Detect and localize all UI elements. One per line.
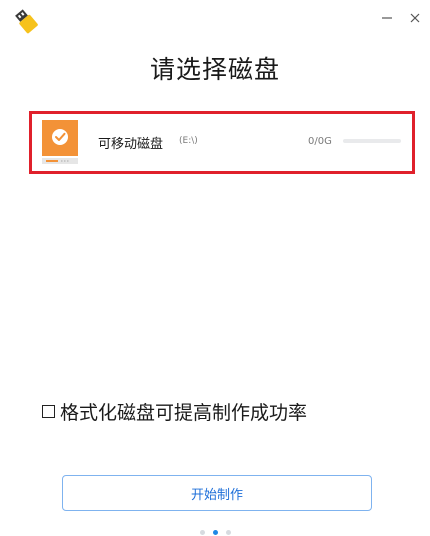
- close-icon: [410, 13, 420, 23]
- disk-name: 可移动磁盘: [98, 137, 164, 152]
- check-icon: [52, 129, 68, 145]
- page-dot[interactable]: [199, 530, 205, 535]
- format-option-label: 格式化磁盘可提高制作成功率: [60, 401, 308, 424]
- minimize-icon: [382, 17, 392, 19]
- removable-disk-icon: [42, 120, 78, 168]
- minimize-button[interactable]: [378, 9, 396, 27]
- start-button[interactable]: 开始制作: [62, 475, 372, 511]
- page-title: 请选择磁盘: [149, 55, 280, 84]
- disk-usage-bar: [343, 139, 401, 143]
- disk-item[interactable]: 可移动磁盘 (E:\) 0/0G: [32, 114, 412, 171]
- disk-capacity: 0/0G: [308, 136, 332, 147]
- close-button[interactable]: [406, 9, 424, 27]
- format-disk-option[interactable]: 格式化磁盘可提高制作成功率: [42, 398, 307, 424]
- format-checkbox[interactable]: [42, 404, 55, 418]
- disk-drive-letter: (E:\): [179, 136, 198, 146]
- disk-list: 可移动磁盘 (E:\) 0/0G: [29, 111, 415, 174]
- usb-flash-drive-icon: [13, 8, 39, 34]
- page-indicator: [0, 530, 430, 535]
- page-dot[interactable]: [212, 530, 218, 535]
- page-dot[interactable]: [225, 530, 231, 535]
